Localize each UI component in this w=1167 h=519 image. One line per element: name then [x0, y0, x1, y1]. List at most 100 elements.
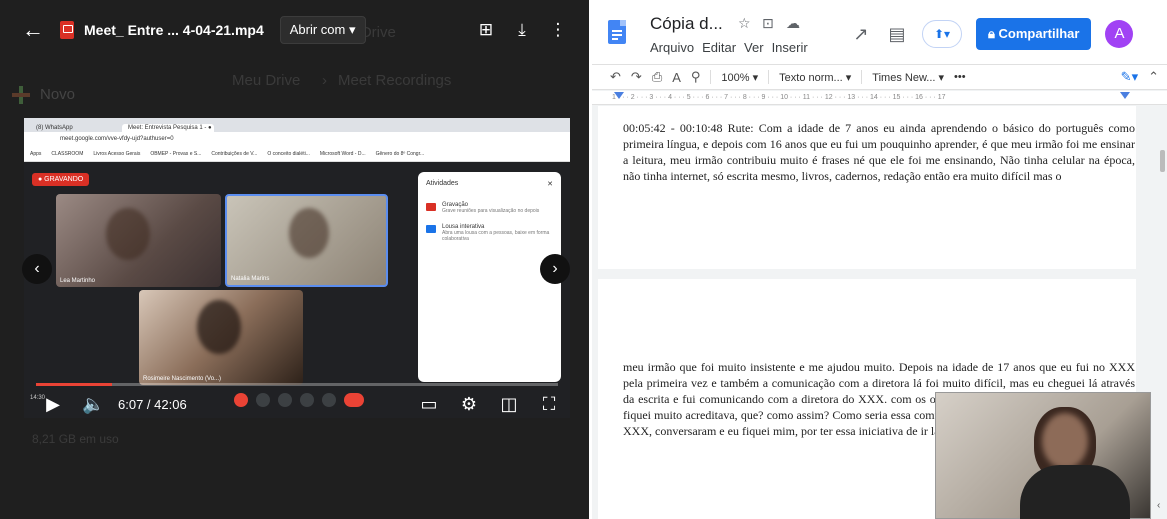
font-select[interactable]: Times New... ▾ — [872, 71, 944, 84]
volume-icon[interactable]: 🔈 — [82, 394, 104, 415]
redo-icon[interactable]: ↷ — [631, 69, 642, 85]
present-button[interactable]: ⬆▾ — [922, 20, 962, 48]
viewer-top-bar: ← Meet_ Entre ... 4-04-21.mp4 Abrir com … — [0, 0, 589, 60]
bookmark: O conceito dialéti... — [267, 150, 310, 157]
webcam-overlay — [935, 392, 1151, 519]
ruler-number: 4 — [668, 94, 672, 101]
document-paragraph[interactable]: 00:05:42 - 00:10:48 Rute: Com a idade de… — [623, 120, 1135, 184]
cloud-status-icon: ☁ — [786, 15, 800, 31]
document-title[interactable]: Cópia d... — [650, 14, 723, 34]
spellcheck-icon[interactable]: A — [672, 70, 681, 85]
activity-trend-icon[interactable]: ↗ — [850, 24, 872, 45]
blurred-face — [289, 208, 329, 258]
zoom-select[interactable]: 100% ▾ — [721, 71, 758, 84]
left-indent-marker[interactable] — [614, 92, 624, 99]
blurred-face — [1042, 413, 1088, 469]
bookmark: Gênero do 8º Congr... — [375, 150, 425, 157]
ruler-number: 7 — [724, 94, 729, 101]
settings-gear-icon[interactable]: ⚙ — [458, 394, 480, 415]
ruler-numbers: 1 · · · 2 · · · 3 · · · 4 · · · 5 · · · … — [612, 94, 946, 101]
menu-ver[interactable]: Ver — [744, 40, 764, 55]
ruler-number: 6 — [705, 94, 710, 101]
recorded-browser-chrome: (8) WhatsApp Meet: Entrevista Pesquisa 1… — [24, 118, 570, 162]
ruler-number: 17 — [937, 94, 946, 101]
docs-logo-icon[interactable] — [608, 20, 626, 44]
time-separator: / — [143, 396, 155, 412]
arrow-left-icon[interactable]: ← — [22, 19, 44, 41]
more-vert-icon[interactable]: ⋮ — [547, 20, 569, 40]
recorded-tabs: (8) WhatsApp Meet: Entrevista Pesquisa 1… — [24, 118, 570, 132]
document-scrollbar[interactable] — [1160, 150, 1165, 172]
previous-icon[interactable]: ‹ — [22, 254, 52, 284]
activities-panel: Atividades ✕ Gravação Grave reuniões para … — [418, 172, 561, 382]
google-docs-window: Cópia d... ☆ ⊡ ☁ Arquivo Editar Ver Inse… — [592, 0, 1167, 519]
menu-inserir[interactable]: Inserir — [772, 40, 808, 55]
avatar[interactable]: A — [1105, 20, 1134, 48]
current-time: 6:07 — [118, 396, 144, 412]
open-with-button[interactable]: Abrir com ▾ — [279, 16, 366, 44]
participant-tile: Natalia Marins — [225, 194, 388, 287]
menu-arquivo[interactable]: Arquivo — [650, 40, 694, 55]
docs-header: Cópia d... ☆ ⊡ ☁ Arquivo Editar Ver Inse… — [592, 0, 1167, 64]
chevron-up-icon[interactable]: ⌃ — [1148, 69, 1159, 85]
share-button[interactable]: 🔒︎ Compartilhar — [976, 18, 1092, 50]
document-page[interactable]: 00:05:42 - 00:10:48 Rute: Com a idade de… — [598, 106, 1136, 269]
star-icon[interactable]: ☆ — [738, 15, 751, 32]
ruler-number: 2 — [630, 94, 635, 101]
breadcrumb-separator: › — [322, 72, 327, 89]
video-progress-bar[interactable] — [36, 383, 558, 386]
participant-tile: Rosimeire Nascimento (Vo...) — [139, 290, 303, 385]
activities-title: Atividades — [426, 180, 459, 187]
menu-editar[interactable]: Editar — [702, 40, 736, 55]
print-icon[interactable]: ⎙ — [652, 69, 662, 85]
more-tools-button[interactable]: ••• — [954, 71, 966, 83]
participant-name: Rosimeire Nascimento (Vo...) — [143, 376, 222, 382]
chevron-left-icon[interactable]: ‹ — [1157, 500, 1160, 511]
move-folder-icon[interactable]: ⊡ — [762, 15, 774, 32]
docs-toolbar: ↶ ↷ ⎙ A ⚲ 100% ▾ Texto norm... ▾ Times N… — [592, 64, 1167, 90]
lock-icon: 🔒︎ — [988, 26, 995, 41]
video-player[interactable]: (8) WhatsApp Meet: Entrevista Pesquisa 1… — [24, 118, 570, 418]
paint-format-icon[interactable]: ⚲ — [691, 69, 701, 85]
participant-name: Lea Martinho — [60, 278, 96, 284]
add-to-drive-icon[interactable]: ⊞ — [475, 20, 497, 40]
video-file-icon — [60, 21, 74, 39]
download-icon[interactable]: ⤓ — [511, 20, 533, 40]
whiteboard-icon — [426, 225, 436, 233]
right-indent-marker[interactable] — [1120, 92, 1130, 99]
recording-badge: ● GRAVANDO — [32, 173, 90, 186]
bookmark: Contribuições de V... — [211, 150, 258, 157]
close-icon: ✕ — [547, 181, 553, 188]
plus-icon — [10, 84, 32, 106]
edit-mode-icon[interactable]: ✎▾ — [1121, 69, 1138, 85]
ruler-number: 15 — [892, 94, 901, 101]
activity-item: Gravação Grave reuniões para visualização… — [426, 202, 553, 214]
ruler-number: 14 — [869, 94, 878, 101]
open-with-label: Abrir com — [289, 22, 346, 37]
video-progress-fill — [36, 383, 112, 386]
bookmark: CLASSROOM — [51, 150, 84, 157]
undo-icon[interactable]: ↶ — [610, 69, 621, 85]
ruler-number: 9 — [761, 94, 766, 101]
activity-item: Lousa interativa Abra uma lousa com a pes… — [426, 224, 553, 242]
bookmark: Livros Acesso Gerais — [93, 150, 141, 157]
zoom-value: 100% — [721, 71, 750, 84]
miniplayer-icon[interactable]: ◫ — [498, 394, 520, 415]
ruler-number: 13 — [847, 94, 856, 101]
play-icon[interactable]: ▶ — [42, 394, 64, 415]
activity-desc: Abra uma lousa com a pessoas, baixe em f… — [442, 230, 550, 242]
blurred-face — [197, 300, 241, 354]
ruler-number: 5 — [686, 94, 691, 101]
file-name: Meet_ Entre ... 4-04-21.mp4 — [84, 22, 264, 38]
new-button: Novo — [40, 86, 76, 103]
style-select[interactable]: Texto norm... ▾ — [779, 71, 851, 84]
recorded-tab: Meet: Entrevista Pesquisa 1 - ● — [122, 124, 214, 132]
recorded-bookmarks: Apps CLASSROOM Livros Acesso Gerais OBME… — [24, 146, 570, 162]
captions-icon[interactable]: ▭ — [418, 394, 440, 415]
comments-icon[interactable]: ▤ — [886, 24, 908, 45]
fullscreen-icon[interactable]: ⛶ — [538, 394, 560, 415]
blurred-face — [106, 208, 150, 260]
next-icon[interactable]: › — [540, 254, 570, 284]
record-icon — [426, 203, 436, 211]
bookmark: Microsoft Word - D... — [319, 150, 366, 157]
